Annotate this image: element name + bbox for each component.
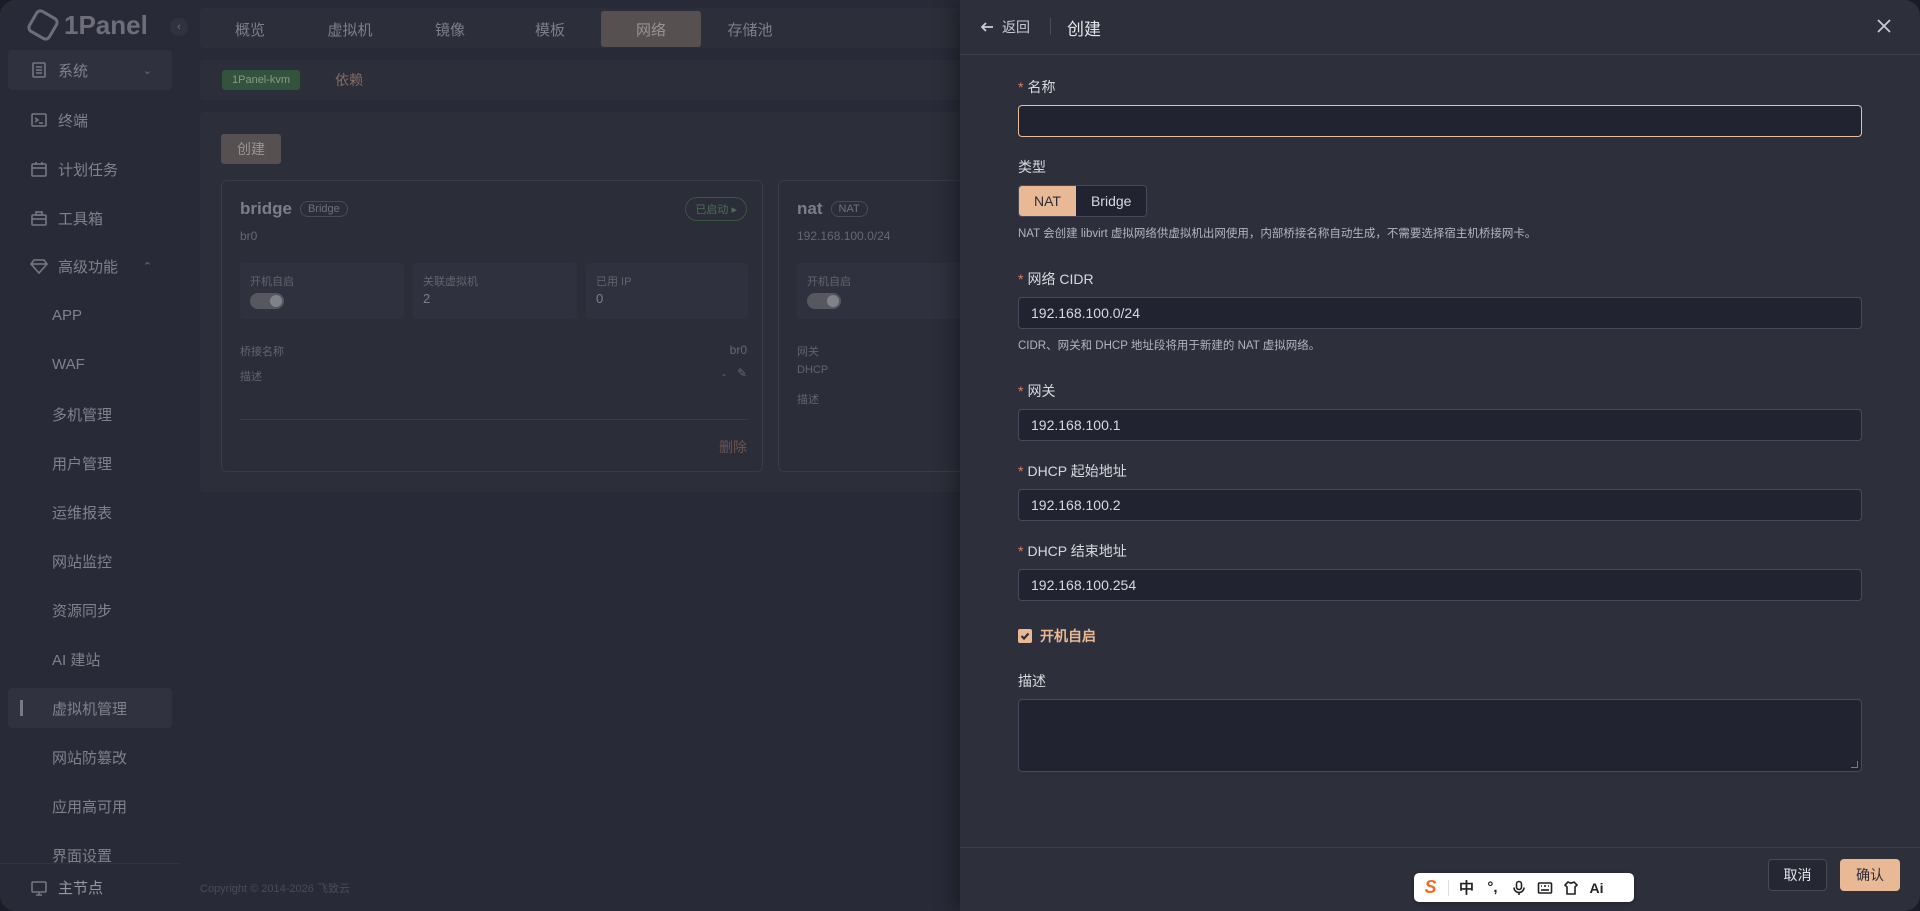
required-mark: * [1018,543,1024,559]
autostart-label: 开机自启 [1040,628,1096,644]
cidr-label: * 网络 CIDR [1018,269,1094,289]
description-label: 描述 [1018,673,1046,689]
confirm-button[interactable]: 确认 [1840,859,1900,891]
drawer-title: 创建 [1067,20,1101,39]
cidr-hint: CIDR、网关和 DHCP 地址段将用于新建的 NAT 虚拟网络。 [1018,340,1321,352]
checkbox-checked-icon [1018,629,1032,643]
dhcp-start-input[interactable]: 192.168.100.2 [1018,489,1862,521]
create-network-drawer: 返回 创建 * 名称 类型 NAT Bridge NAT 会创建 libvirt … [960,0,1920,911]
required-mark: * [1018,463,1024,479]
autostart-checkbox[interactable]: 开机自启 [1018,626,1096,646]
required-mark: * [1018,271,1024,287]
drawer-overlay[interactable] [0,0,960,911]
gateway-label: * 网关 [1018,381,1055,401]
drawer-header: 返回 创建 [960,0,1920,55]
back-button[interactable]: 返回 [980,17,1030,37]
cidr-input[interactable]: 192.168.100.0/24 [1018,297,1862,329]
dhcp-end-label: * DHCP 结束地址 [1018,541,1127,561]
ime-divider [1448,879,1449,896]
label-text: 网关 [1027,383,1056,399]
keyboard-icon[interactable] [1536,879,1553,897]
type-hint: NAT 会创建 libvirt 虚拟网络供虚拟机出网使用，内部桥接名称自动生成，… [1018,228,1537,240]
type-option-nat[interactable]: NAT [1019,186,1076,216]
back-label: 返回 [1002,19,1030,35]
name-input[interactable] [1018,105,1862,137]
label-text: 网络 CIDR [1027,271,1094,287]
label-text: DHCP 结束地址 [1027,543,1127,559]
label-text: 名称 [1027,79,1056,95]
close-icon [1877,19,1891,33]
header-divider [1050,18,1051,35]
resize-handle[interactable] [1851,761,1858,768]
gateway-input[interactable]: 192.168.100.1 [1018,409,1862,441]
dhcp-end-input[interactable]: 192.168.100.254 [1018,569,1862,601]
close-button[interactable] [1876,18,1894,36]
cancel-button[interactable]: 取消 [1768,859,1827,891]
skin-icon[interactable] [1562,879,1579,897]
microphone-icon[interactable] [1510,879,1527,897]
sogou-logo-icon[interactable]: S [1422,877,1439,897]
type-label: 类型 [1018,159,1046,175]
ime-mode-chinese[interactable]: 中 [1458,879,1475,897]
dhcp-start-label: * DHCP 起始地址 [1018,461,1127,481]
required-mark: * [1018,79,1024,95]
ai-icon[interactable]: Ai [1588,879,1605,897]
type-selector: NAT Bridge [1018,185,1148,217]
punctuation-icon[interactable]: °, [1484,879,1501,897]
app-window: 1Panel ‹ 系统 ⌄ 终端 计划任务 工具箱 高级功能 ⌃ APP WAF… [0,0,1920,911]
required-mark: * [1018,383,1024,399]
label-text: DHCP 起始地址 [1027,463,1127,479]
ime-toolbar: S 中 °, Ai [1414,873,1634,902]
type-option-bridge[interactable]: Bridge [1075,186,1147,216]
name-label: * 名称 [1018,77,1055,97]
description-textarea[interactable] [1018,699,1862,772]
arrow-left-icon [980,22,993,32]
